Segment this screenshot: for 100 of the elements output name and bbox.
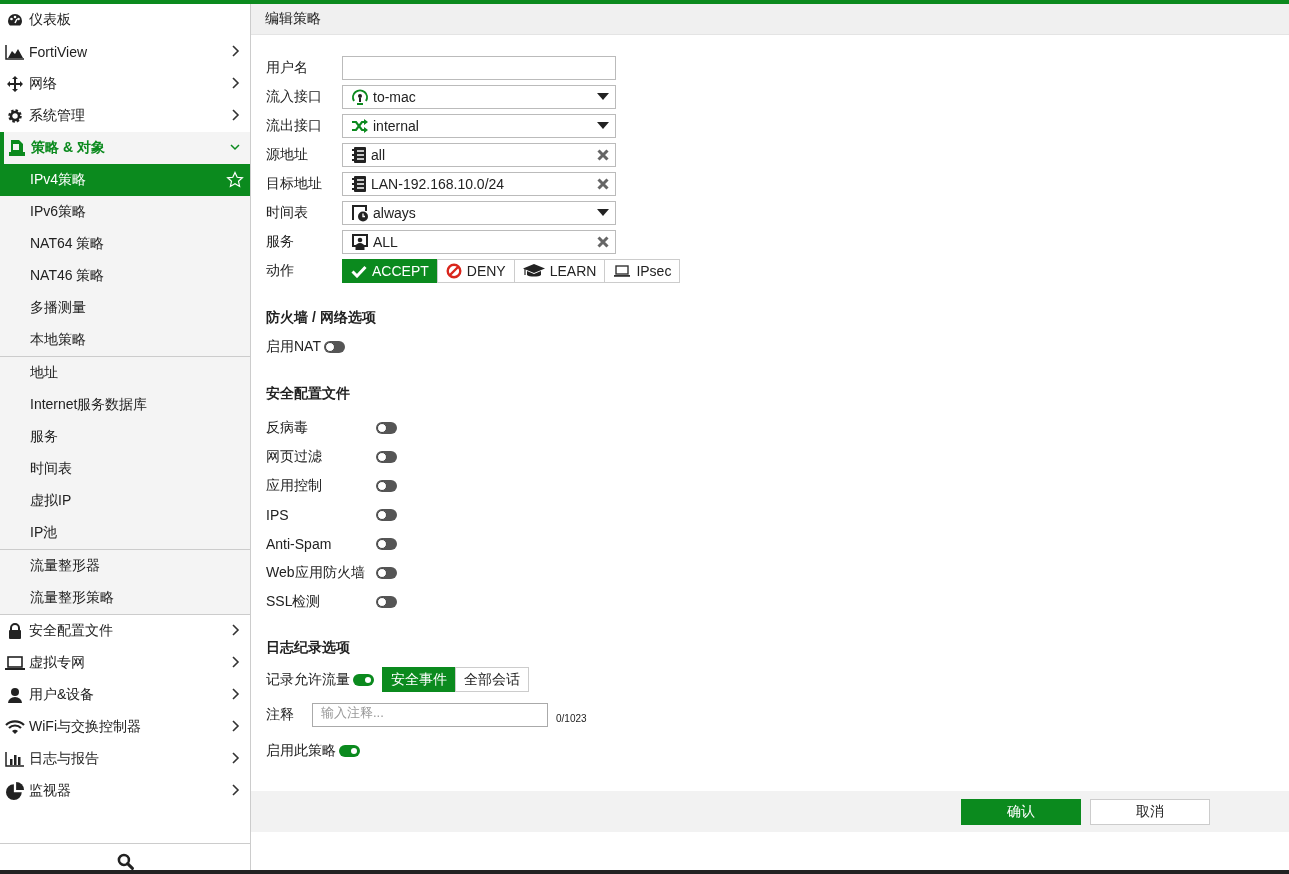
action-option[interactable]: DENY [436, 258, 515, 283]
menu-icon [6, 782, 24, 800]
toggle-switch[interactable] [353, 673, 374, 686]
toggle-switch[interactable] [376, 537, 397, 550]
sidebar-menu-item[interactable]: 网络 [0, 68, 250, 100]
log-option[interactable]: 全部会话 [455, 667, 529, 692]
sidebar-menu-item[interactable]: FortiView [0, 36, 250, 68]
field-label: 网页过滤 [266, 447, 323, 466]
action-icon [613, 263, 632, 278]
toggle-switch[interactable] [376, 421, 397, 434]
field-label: 动作 [266, 261, 295, 280]
sidebar-menu-item[interactable]: 安全配置文件 [0, 615, 250, 647]
menu-icon [8, 139, 26, 157]
submenu-item[interactable]: 多播测量 [0, 292, 250, 324]
close-icon[interactable] [597, 235, 609, 248]
submenu-item[interactable]: IPv4策略 [0, 164, 250, 196]
submenu-item[interactable]: 本地策略 [0, 324, 250, 356]
log-option[interactable]: 安全事件 [382, 667, 456, 692]
submenu-item[interactable]: IPv6策略 [0, 196, 250, 228]
menu-icon [5, 655, 25, 671]
dropdown-field[interactable]: to-mac [342, 84, 616, 109]
sidebar-menu-item[interactable]: 用户&设备 [0, 679, 250, 711]
select-field[interactable]: all [342, 142, 616, 167]
object-icon [351, 174, 367, 193]
field-label: 反病毒 [266, 418, 309, 437]
field-label: 启用NAT [266, 337, 321, 356]
select-field[interactable]: ALL [342, 229, 616, 254]
sidebar-menu-item[interactable]: 虚拟专网 [0, 647, 250, 679]
sidebar-menu-item[interactable]: 日志与报告 [0, 743, 250, 775]
toggle-switch[interactable] [376, 595, 397, 608]
submenu-item[interactable]: 流量整形策略 [0, 582, 250, 614]
action-option[interactable]: IPsec [604, 258, 681, 283]
menu-icon [5, 719, 25, 735]
select-field[interactable]: LAN-192.168.10.0/24 [342, 171, 616, 196]
field-label: SSL检测 [266, 592, 322, 611]
object-icon [351, 87, 369, 106]
toggle-switch[interactable] [376, 508, 397, 521]
submenu-item[interactable]: Internet服务数据库 [0, 389, 250, 421]
section-heading: 防火墙 / 网络选项 [266, 307, 377, 327]
field-label: 源地址 [266, 145, 309, 164]
close-icon[interactable] [597, 148, 609, 161]
caret-icon [597, 93, 609, 100]
sidebar-menu-item[interactable]: 策略 & 对象 [0, 132, 250, 164]
submenu-item[interactable]: NAT64 策略 [0, 228, 250, 260]
action-icon [522, 262, 545, 279]
text-field[interactable] [342, 55, 616, 80]
menu-icon [8, 623, 22, 639]
sidebar-menu-item[interactable]: 仪表板 [0, 4, 250, 36]
close-icon[interactable] [597, 177, 609, 190]
toggle-switch[interactable] [376, 450, 397, 463]
menu-label: 策略 & 对象 [31, 139, 106, 157]
submenu-item[interactable]: NAT46 策略 [0, 260, 250, 292]
menu-icon [7, 687, 23, 703]
search-icon[interactable] [116, 853, 134, 870]
menu-icon [6, 76, 24, 92]
submenu-item[interactable]: IP池 [0, 517, 250, 549]
sidebar-menu-item[interactable]: 监视器 [0, 775, 250, 807]
menu-label: 安全配置文件 [29, 622, 114, 640]
caret-icon [597, 122, 609, 129]
char-counter: 0/1023 [556, 712, 587, 724]
dropdown-field[interactable]: always [342, 200, 616, 225]
object-icon [351, 117, 369, 134]
submenu-item[interactable]: 服务 [0, 421, 250, 453]
section-heading: 安全配置文件 [266, 383, 351, 403]
dropdown-field[interactable]: internal [342, 113, 616, 138]
menu-label: FortiView [29, 44, 89, 60]
toggle-switch[interactable] [376, 566, 397, 579]
sidebar-menu-item[interactable]: 系统管理 [0, 100, 250, 132]
field-label: 记录允许流量 [266, 670, 350, 689]
field-label: 服务 [266, 232, 295, 251]
toggle-switch[interactable] [339, 745, 360, 757]
menu-label: WiFi与交换控制器 [29, 718, 142, 736]
comment-field[interactable]: 输入注释... [312, 703, 548, 727]
field-label: Web应用防火墙 [266, 563, 366, 582]
ok-button[interactable]: 确认 [961, 798, 1081, 825]
action-option[interactable]: LEARN [513, 258, 606, 283]
submenu-item[interactable]: 虚拟IP [0, 485, 250, 517]
submenu-item[interactable]: 地址 [0, 357, 250, 389]
field-label: Anti-Spam [266, 535, 333, 552]
menu-label: 仪表板 [29, 11, 72, 29]
field-label: 注释 [266, 706, 295, 724]
object-icon [351, 145, 367, 164]
object-icon [351, 232, 369, 251]
action-icon [351, 263, 367, 278]
menu-label: 用户&设备 [29, 686, 96, 704]
field-label: 应用控制 [266, 476, 323, 495]
field-label: IPS [266, 506, 290, 523]
field-label: 用户名 [266, 58, 309, 77]
action-option[interactable]: ACCEPT [342, 258, 438, 283]
menu-icon [7, 108, 23, 124]
menu-icon [5, 751, 25, 767]
cancel-button[interactable]: 取消 [1090, 798, 1210, 825]
sidebar-menu-item[interactable]: WiFi与交换控制器 [0, 711, 250, 743]
submenu-item[interactable]: 时间表 [0, 453, 250, 485]
toggle-switch[interactable] [376, 479, 397, 492]
field-label: 流出接口 [266, 116, 323, 135]
star-icon[interactable] [226, 171, 244, 189]
menu-label: 系统管理 [29, 107, 86, 125]
submenu-item[interactable]: 流量整形器 [0, 550, 250, 582]
toggle-switch[interactable] [323, 340, 345, 353]
